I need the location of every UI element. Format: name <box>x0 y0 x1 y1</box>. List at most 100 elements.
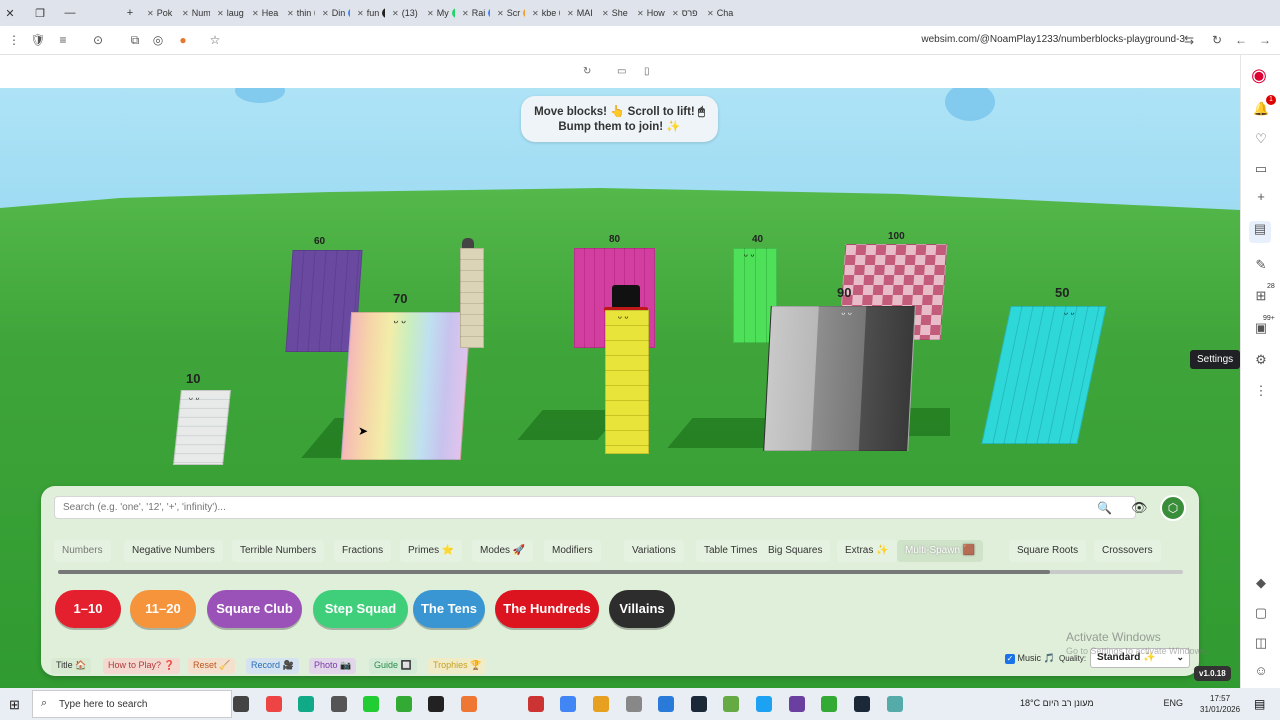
scroll-thumb[interactable] <box>58 570 1050 574</box>
category-tab[interactable]: Multi-Spawn 🟫 <box>897 540 984 562</box>
taskbar-app-icon[interactable] <box>233 696 249 712</box>
new-tab-icon[interactable]: + <box>120 7 140 19</box>
browser-tab[interactable]: ✕ MAI <box>564 3 595 23</box>
category-tab[interactable]: Variations <box>624 540 684 562</box>
eye-icon[interactable]: 👁 <box>1131 500 1148 516</box>
taskbar-app-icon[interactable] <box>461 696 477 712</box>
browser-tab[interactable]: ✕ She <box>599 3 630 23</box>
diamond-icon[interactable]: ◆ <box>1253 575 1269 591</box>
screenshot-icon[interactable]: ⊙ <box>90 33 106 47</box>
group-button[interactable]: Square Club <box>207 590 302 628</box>
numberblock-tall[interactable] <box>460 248 484 348</box>
close-window-icon[interactable]: ✕ <box>0 7 20 20</box>
app-icon[interactable]: ▤ <box>1249 221 1271 243</box>
add-icon[interactable]: + <box>1253 189 1269 204</box>
heart-icon[interactable]: ♡ <box>1253 131 1269 147</box>
tab-close-icon[interactable]: ✕ <box>672 9 679 18</box>
taskbar-app-icon[interactable] <box>593 696 609 712</box>
folder-icon[interactable]: ▭ <box>1253 161 1269 177</box>
tab-search-icon[interactable]: ≡ <box>55 33 71 47</box>
chat-icon[interactable]: ▣ <box>1253 320 1269 336</box>
language-indicator[interactable]: ENG <box>1164 698 1184 708</box>
taskbar-app-icon[interactable] <box>691 696 707 712</box>
tab-close-icon[interactable]: ✕ <box>322 9 329 18</box>
forward-icon[interactable]: → <box>1257 33 1273 47</box>
tab-close-icon[interactable]: ✕ <box>602 9 609 18</box>
browser-tab[interactable]: ✕ Scr <box>494 3 525 23</box>
taskbar-app-icon[interactable] <box>756 696 772 712</box>
tab-close-icon[interactable]: ✕ <box>252 9 259 18</box>
tab-close-icon[interactable]: ✕ <box>217 9 224 18</box>
feedback-icon[interactable]: ▢ <box>1253 605 1269 621</box>
category-tab[interactable]: Terrible Numbers <box>232 540 325 562</box>
group-button[interactable]: Step Squad <box>313 590 408 628</box>
group-button[interactable]: Villains <box>609 590 675 628</box>
how-to-play-button[interactable]: How to Play? ❓ <box>103 658 180 674</box>
taskbar-app-icon[interactable] <box>363 696 379 712</box>
category-tab[interactable]: Crossovers <box>1094 540 1161 562</box>
group-button[interactable]: 11–20 <box>130 590 196 628</box>
group-button[interactable]: The Tens <box>413 590 485 628</box>
restore-icon[interactable]: ❐ <box>30 7 50 20</box>
apps-icon[interactable]: ⊞ <box>1253 288 1269 304</box>
taskbar-search[interactable]: ⌕ Type here to search <box>32 690 232 718</box>
search-icon[interactable]: 🔍 <box>1097 501 1112 515</box>
tab-close-icon[interactable]: ✕ <box>147 9 154 18</box>
brave-icon[interactable]: ● <box>175 33 191 47</box>
trophies-button[interactable]: Trophies 🏆 <box>428 658 487 674</box>
numberblock-90[interactable]: ᵕ ᵕ <box>763 306 916 451</box>
circle-icon[interactable]: ◎ <box>150 33 166 47</box>
category-tab[interactable]: Negative Numbers <box>124 540 223 562</box>
browser-tab[interactable]: ✕ Rai <box>459 3 490 23</box>
menu-dots-icon[interactable]: ⋮ <box>6 33 22 47</box>
tab-close-icon[interactable]: ✕ <box>357 9 364 18</box>
record-button[interactable]: Record 🎥 <box>246 658 299 674</box>
tab-close-icon[interactable]: ✕ <box>497 9 504 18</box>
browser-tab[interactable]: ✕ פרס <box>669 3 700 23</box>
taskbar-app-icon[interactable] <box>821 696 837 712</box>
tab-close-icon[interactable]: ✕ <box>462 9 469 18</box>
browser-tab[interactable]: ✕ thin <box>284 3 315 23</box>
taskbar-app-icon[interactable] <box>854 696 870 712</box>
taskbar-app-icon[interactable] <box>528 696 544 712</box>
group-button[interactable]: The Hundreds <box>495 590 599 628</box>
category-tab[interactable]: Fractions <box>334 540 392 562</box>
avatar-icon[interactable]: ☺ <box>1253 663 1269 678</box>
browser-tab[interactable]: ✕ Num <box>179 3 210 23</box>
taskbar-app-icon[interactable] <box>658 696 674 712</box>
browser-tab[interactable]: ✕ Din <box>319 3 350 23</box>
group-button[interactable]: 1–10 <box>55 590 121 628</box>
tab-close-icon[interactable]: ✕ <box>637 9 644 18</box>
refresh-preview-icon[interactable]: ↻ <box>583 66 591 77</box>
taskbar-app-icon[interactable] <box>428 696 444 712</box>
taskbar-app-icon[interactable] <box>298 696 314 712</box>
category-tab[interactable]: Modes 🚀 <box>472 540 534 562</box>
numberblock-yellow[interactable]: ᵕ ᵕ <box>605 310 649 454</box>
photo-button[interactable]: Photo 📷 <box>309 658 357 674</box>
address-bar[interactable]: websim.com/@NoamPlay1233/numberblocks-pl… <box>921 34 1185 45</box>
category-tab[interactable]: Extras ✨ <box>837 540 897 562</box>
category-tab[interactable]: Modifiers <box>544 540 601 562</box>
browser-tab[interactable]: ✕ Pok <box>144 3 175 23</box>
browser-tab[interactable]: ✕ Hea <box>249 3 280 23</box>
taskbar-app-icon[interactable] <box>887 696 903 712</box>
browser-tab[interactable]: ✕ How <box>634 3 665 23</box>
browser-tab[interactable]: ✕ kbe <box>529 3 560 23</box>
category-scrollbar[interactable] <box>58 570 1183 574</box>
browser-tab[interactable]: ✕ (13) <box>389 3 420 23</box>
taskbar-app-icon[interactable] <box>331 696 347 712</box>
taskbar-app-icon[interactable] <box>789 696 805 712</box>
weather-tray[interactable]: 18°C מעונן רב היום ENG <box>1020 698 1183 708</box>
tab-close-icon[interactable]: ✕ <box>392 9 399 18</box>
desktop-view-icon[interactable]: ▭ <box>617 66 626 77</box>
category-tab[interactable]: Primes ⭐ <box>400 540 463 562</box>
bookmark-star-icon[interactable]: ☆ <box>207 33 223 47</box>
browser-tab[interactable]: ✕ laug <box>214 3 245 23</box>
category-tab[interactable]: Square Roots <box>1009 540 1087 562</box>
browser-tab[interactable]: ✕ Cha <box>704 3 735 23</box>
guide-button[interactable]: Guide 🔲 <box>369 658 417 674</box>
tab-close-icon[interactable]: ✕ <box>532 9 539 18</box>
tab-close-icon[interactable]: ✕ <box>567 9 574 18</box>
category-tab[interactable]: Numbers <box>54 540 111 562</box>
more-icon[interactable]: ⋮ <box>1253 383 1269 399</box>
